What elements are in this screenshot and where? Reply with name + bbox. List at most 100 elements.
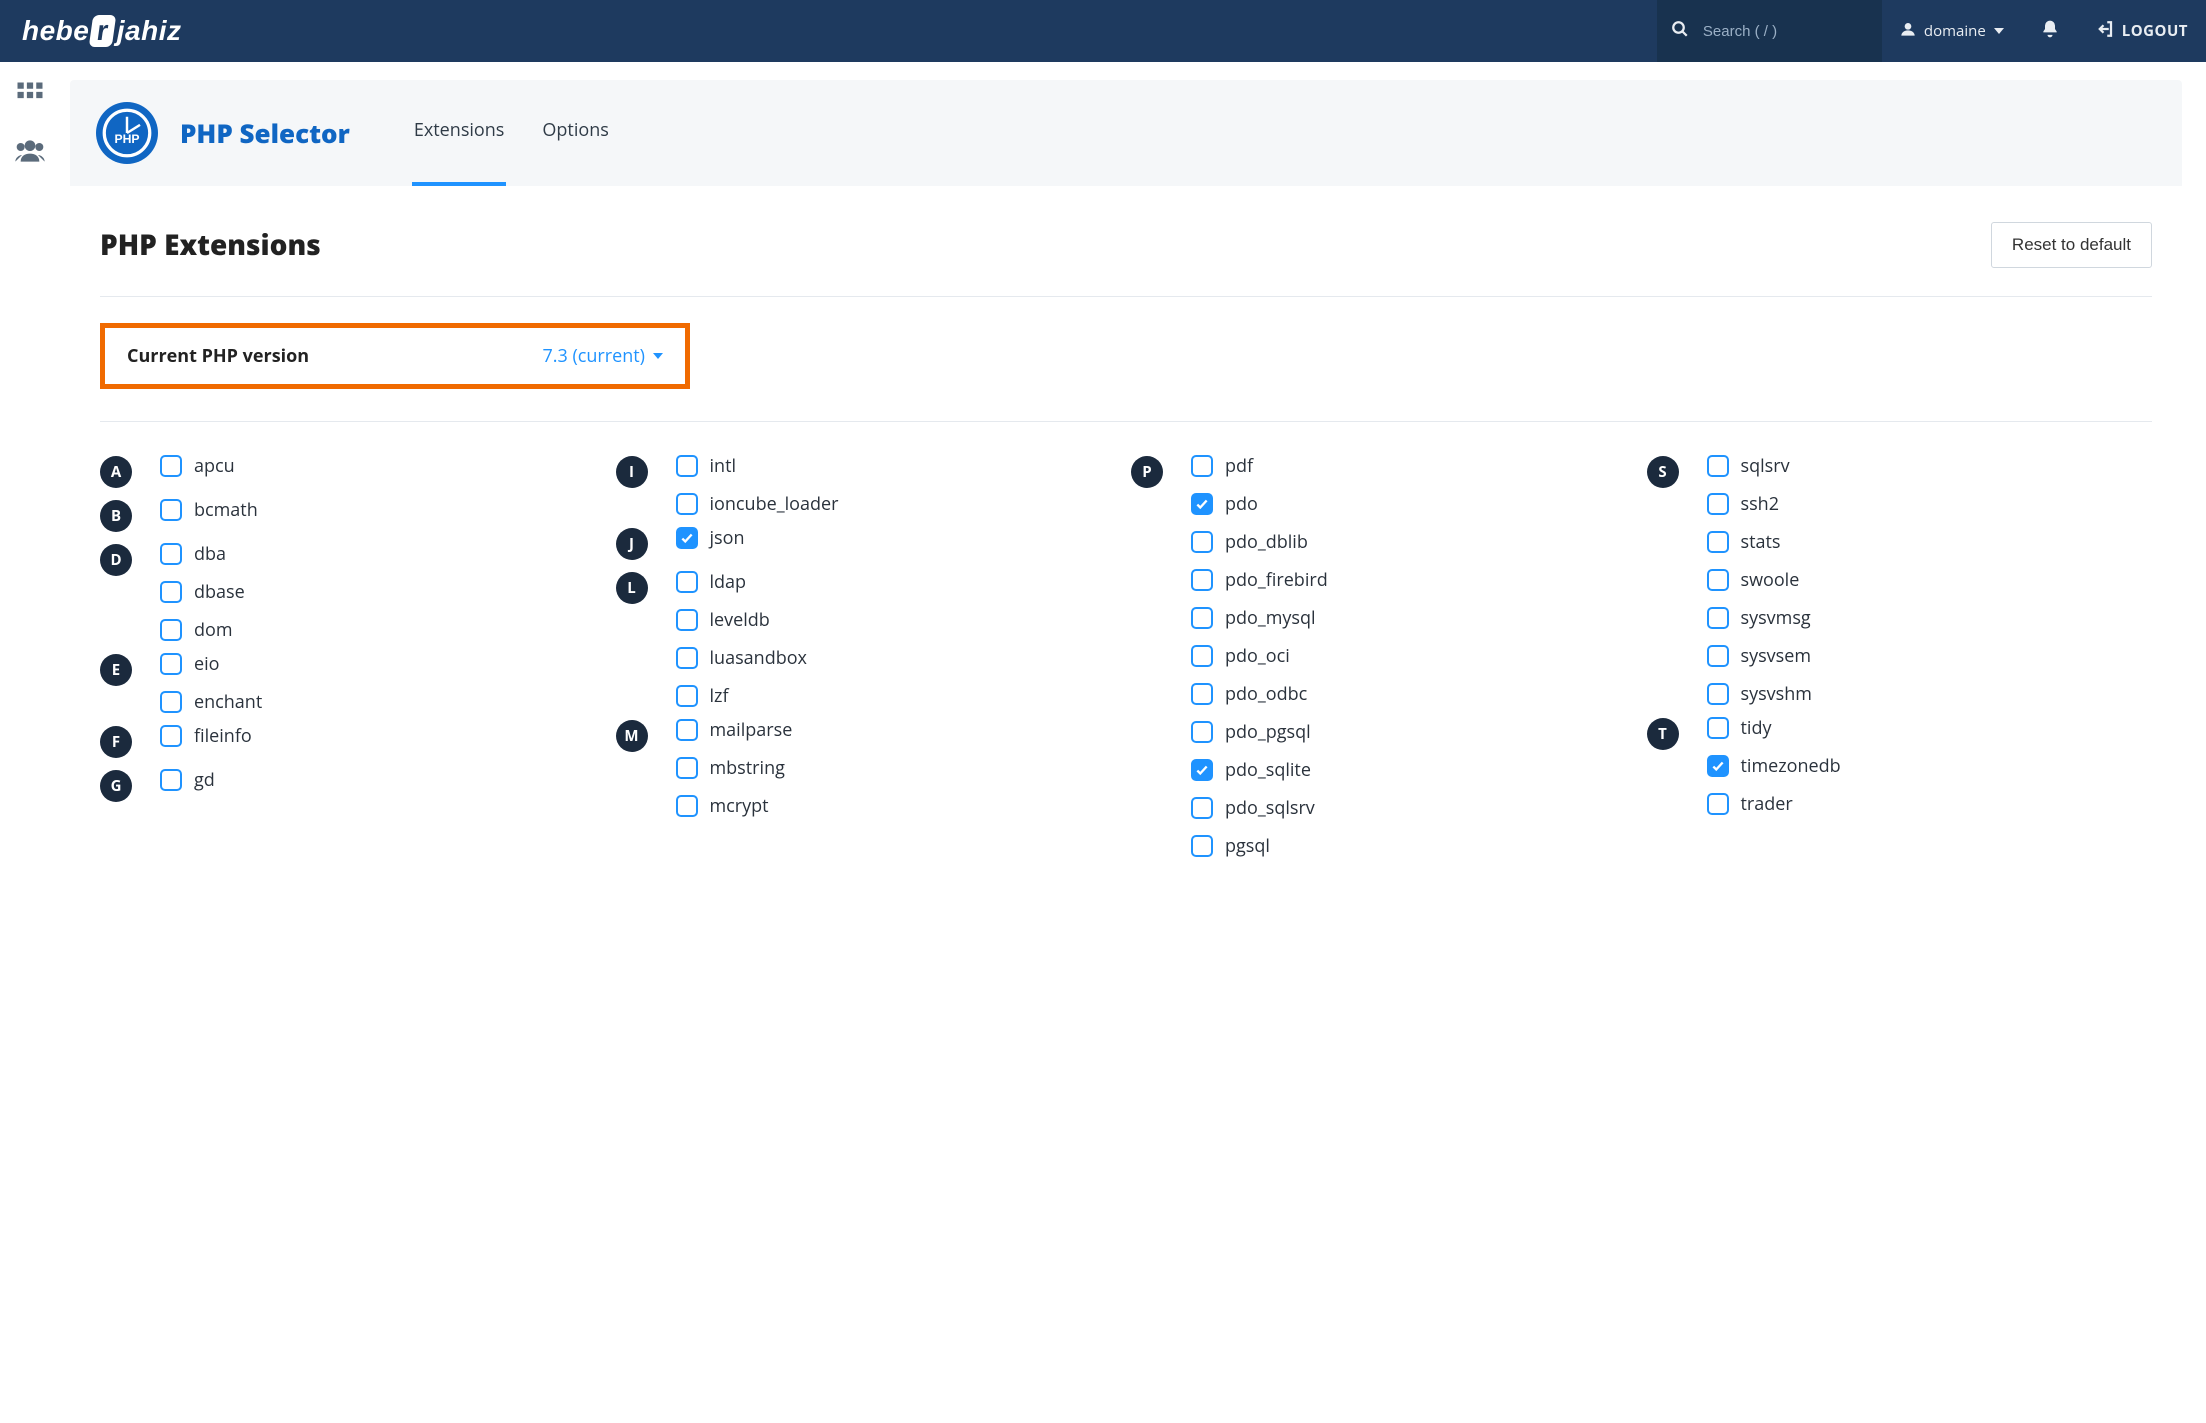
extension-pgsql[interactable]: pgsql — [1191, 834, 1328, 858]
checkbox[interactable] — [160, 691, 182, 713]
checkbox[interactable] — [1191, 721, 1213, 743]
brand-logo[interactable]: heberjahiz — [0, 0, 204, 62]
extension-mcrypt[interactable]: mcrypt — [676, 794, 793, 818]
checkbox[interactable] — [160, 619, 182, 641]
extension-mbstring[interactable]: mbstring — [676, 756, 793, 780]
extension-sysvsem[interactable]: sysvsem — [1707, 644, 1812, 668]
extension-pdo[interactable]: pdo — [1191, 492, 1328, 516]
checkbox[interactable] — [1191, 569, 1213, 591]
checkbox[interactable] — [1191, 797, 1213, 819]
extension-apcu[interactable]: apcu — [160, 454, 235, 478]
checkbox[interactable] — [676, 455, 698, 477]
checkbox[interactable] — [1191, 835, 1213, 857]
extension-label: stats — [1741, 530, 1781, 554]
checkbox[interactable] — [676, 795, 698, 817]
checkbox[interactable] — [160, 543, 182, 565]
checkbox[interactable] — [676, 609, 698, 631]
brand-text: heberjahiz — [22, 15, 182, 47]
extensions-items: fileinfo — [160, 724, 252, 748]
extension-timezonedb[interactable]: timezonedb — [1707, 754, 1841, 778]
extension-luasandbox[interactable]: luasandbox — [676, 646, 807, 670]
checkbox[interactable] — [676, 493, 698, 515]
checkbox[interactable] — [1191, 759, 1213, 781]
extension-pdo_pgsql[interactable]: pdo_pgsql — [1191, 720, 1328, 744]
checkbox[interactable] — [1707, 455, 1729, 477]
checkbox[interactable] — [1707, 755, 1729, 777]
extension-gd[interactable]: gd — [160, 768, 215, 792]
extension-dbase[interactable]: dbase — [160, 580, 245, 604]
extension-sqlsrv[interactable]: sqlsrv — [1707, 454, 1812, 478]
extension-ioncube_loader[interactable]: ioncube_loader — [676, 492, 839, 516]
extension-pdo_odbc[interactable]: pdo_odbc — [1191, 682, 1328, 706]
extension-pdo_mysql[interactable]: pdo_mysql — [1191, 606, 1328, 630]
extension-swoole[interactable]: swoole — [1707, 568, 1812, 592]
extension-trader[interactable]: trader — [1707, 792, 1841, 816]
extension-ldap[interactable]: ldap — [676, 570, 807, 594]
extension-pdf[interactable]: pdf — [1191, 454, 1328, 478]
extension-stats[interactable]: stats — [1707, 530, 1812, 554]
extension-tidy[interactable]: tidy — [1707, 716, 1841, 740]
user-menu[interactable]: domaine — [1882, 0, 2022, 62]
checkbox[interactable] — [1191, 455, 1213, 477]
checkbox[interactable] — [676, 527, 698, 549]
extension-pdo_firebird[interactable]: pdo_firebird — [1191, 568, 1328, 592]
checkbox[interactable] — [676, 757, 698, 779]
extension-sysvshm[interactable]: sysvshm — [1707, 682, 1812, 706]
extension-json[interactable]: json — [676, 526, 745, 550]
checkbox[interactable] — [1191, 607, 1213, 629]
extension-label: lzf — [710, 684, 729, 708]
checkbox[interactable] — [160, 455, 182, 477]
extension-pdo_sqlsrv[interactable]: pdo_sqlsrv — [1191, 796, 1328, 820]
extension-mailparse[interactable]: mailparse — [676, 718, 793, 742]
chevron-down-icon — [1994, 28, 2004, 34]
tab-extensions[interactable]: Extensions — [412, 102, 507, 186]
extension-eio[interactable]: eio — [160, 652, 262, 676]
checkbox[interactable] — [160, 581, 182, 603]
search-input[interactable] — [1703, 23, 1843, 40]
extension-pdo_dblib[interactable]: pdo_dblib — [1191, 530, 1328, 554]
checkbox[interactable] — [160, 499, 182, 521]
checkbox[interactable] — [160, 769, 182, 791]
extension-pdo_sqlite[interactable]: pdo_sqlite — [1191, 758, 1328, 782]
checkbox[interactable] — [1707, 569, 1729, 591]
tab-options[interactable]: Options — [540, 102, 610, 186]
reset-to-default-button[interactable]: Reset to default — [1991, 222, 2152, 268]
extension-leveldb[interactable]: leveldb — [676, 608, 807, 632]
extension-pdo_oci[interactable]: pdo_oci — [1191, 644, 1328, 668]
checkbox[interactable] — [1707, 607, 1729, 629]
apps-icon[interactable] — [15, 80, 45, 115]
checkbox[interactable] — [1707, 493, 1729, 515]
notifications-button[interactable] — [2022, 0, 2078, 62]
checkbox[interactable] — [1191, 531, 1213, 553]
checkbox[interactable] — [1191, 493, 1213, 515]
checkbox[interactable] — [160, 725, 182, 747]
extension-lzf[interactable]: lzf — [676, 684, 807, 708]
checkbox[interactable] — [1191, 645, 1213, 667]
extension-dom[interactable]: dom — [160, 618, 245, 642]
checkbox[interactable] — [1707, 717, 1729, 739]
extension-ssh2[interactable]: ssh2 — [1707, 492, 1812, 516]
extension-sysvmsg[interactable]: sysvmsg — [1707, 606, 1812, 630]
checkbox[interactable] — [676, 571, 698, 593]
checkbox[interactable] — [1707, 683, 1729, 705]
checkbox[interactable] — [676, 647, 698, 669]
logout-icon — [2096, 20, 2114, 43]
checkbox[interactable] — [1707, 645, 1729, 667]
extension-fileinfo[interactable]: fileinfo — [160, 724, 252, 748]
extension-bcmath[interactable]: bcmath — [160, 498, 258, 522]
group-letter: B — [100, 500, 132, 532]
extension-enchant[interactable]: enchant — [160, 690, 262, 714]
users-icon[interactable] — [14, 135, 46, 172]
extension-dba[interactable]: dba — [160, 542, 245, 566]
checkbox[interactable] — [160, 653, 182, 675]
checkbox[interactable] — [676, 685, 698, 707]
checkbox[interactable] — [1707, 793, 1729, 815]
logout-button[interactable]: LOGOUT — [2078, 0, 2206, 62]
checkbox[interactable] — [676, 719, 698, 741]
checkbox[interactable] — [1707, 531, 1729, 553]
extension-intl[interactable]: intl — [676, 454, 839, 478]
search-box[interactable] — [1657, 0, 1882, 62]
extension-label: pdo_firebird — [1225, 568, 1328, 592]
version-dropdown[interactable]: 7.3 (current) — [542, 344, 663, 368]
checkbox[interactable] — [1191, 683, 1213, 705]
